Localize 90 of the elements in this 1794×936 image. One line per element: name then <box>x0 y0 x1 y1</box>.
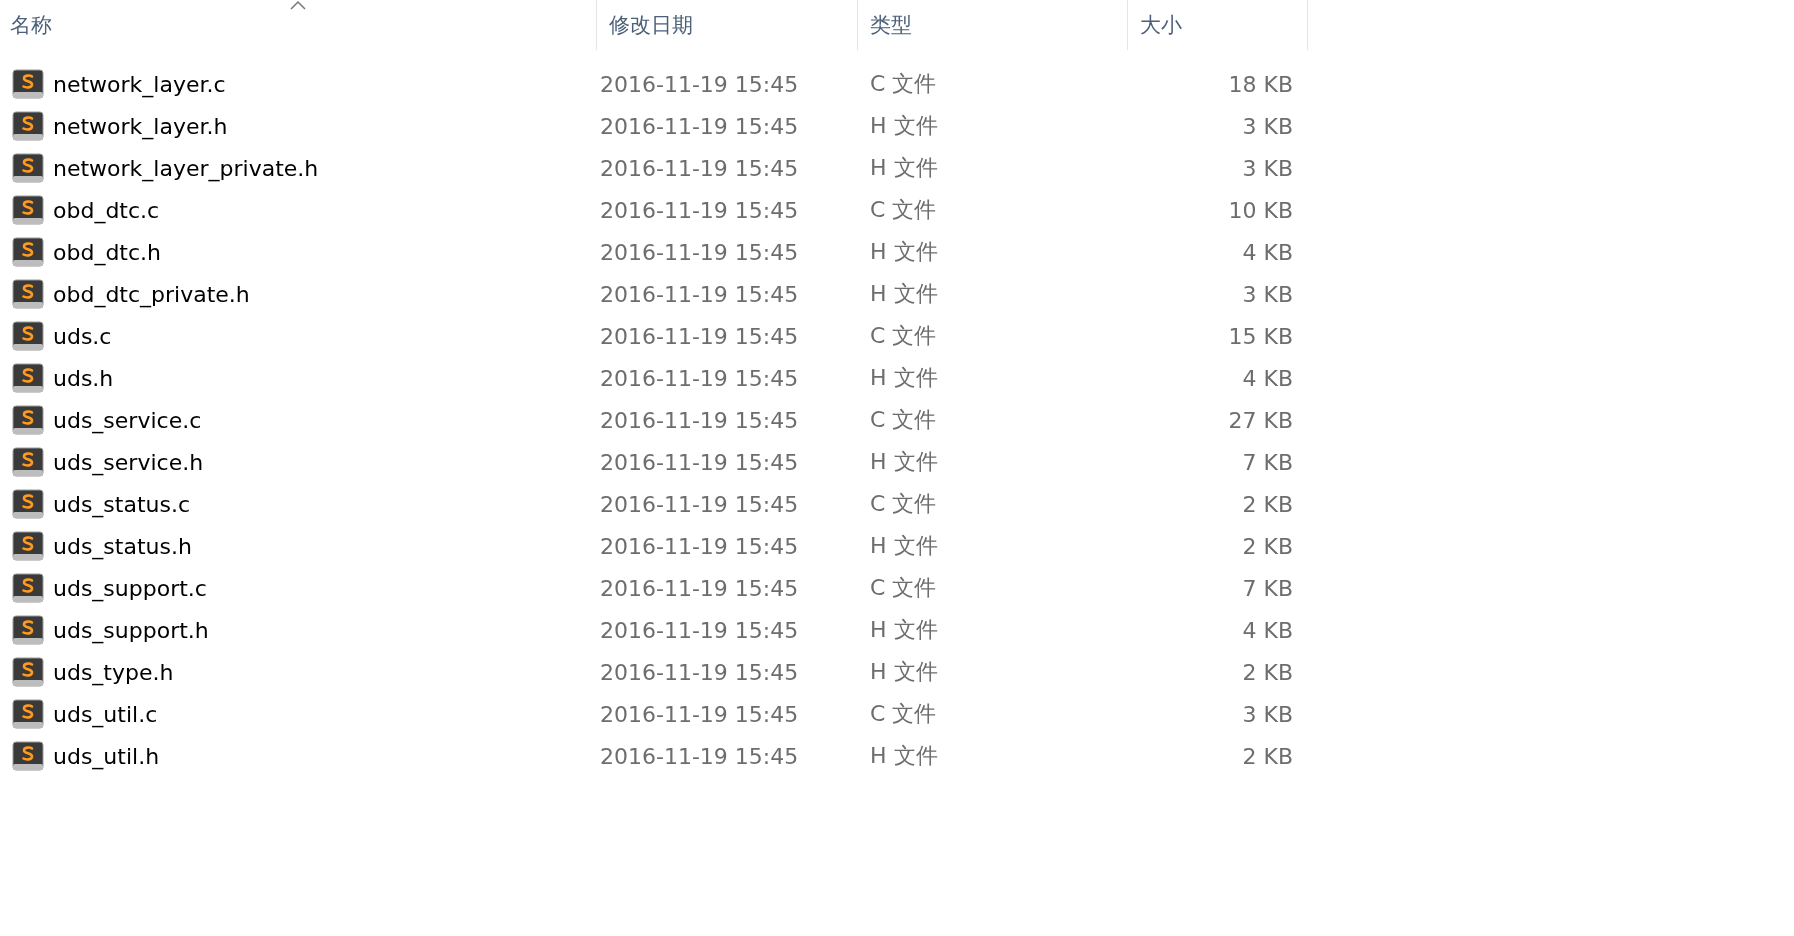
modified-date: 2016-11-19 15:45 <box>600 281 799 307</box>
file-type: C 文件 <box>870 407 937 432</box>
file-name[interactable]: uds_util.c <box>53 701 158 727</box>
file-size: 4 KB <box>1242 239 1293 265</box>
modified-date: 2016-11-19 15:45 <box>600 155 799 181</box>
file-icon <box>12 111 44 141</box>
file-icon <box>12 447 44 477</box>
file-type: H 文件 <box>870 155 938 180</box>
file-name[interactable]: network_layer.c <box>53 71 226 97</box>
modified-date: 2016-11-19 15:45 <box>600 701 799 727</box>
file-name[interactable]: uds.c <box>53 323 112 349</box>
file-type: H 文件 <box>870 113 938 138</box>
file-name[interactable]: uds.h <box>53 365 114 391</box>
modified-date: 2016-11-19 15:45 <box>600 407 799 433</box>
file-icon <box>12 363 44 393</box>
file-size: 3 KB <box>1242 155 1293 181</box>
file-type: H 文件 <box>870 281 938 306</box>
modified-date: 2016-11-19 15:45 <box>600 449 799 475</box>
file-name[interactable]: network_layer.h <box>53 113 228 139</box>
column-header[interactable]: 大小 <box>1128 0 1308 50</box>
file-icon <box>12 237 44 267</box>
file-size: 2 KB <box>1242 491 1293 517</box>
file-icon <box>12 69 44 99</box>
file-name[interactable]: uds_type.h <box>53 659 174 685</box>
file-icon <box>12 573 44 603</box>
file-type: C 文件 <box>870 701 937 726</box>
file-type: H 文件 <box>870 617 938 642</box>
file-name[interactable]: obd_dtc.h <box>53 239 161 265</box>
file-size: 4 KB <box>1242 617 1293 643</box>
file-type: H 文件 <box>870 449 938 474</box>
file-size: 2 KB <box>1242 743 1293 769</box>
file-size: 2 KB <box>1242 659 1293 685</box>
modified-date: 2016-11-19 15:45 <box>600 617 799 643</box>
file-name[interactable]: uds_status.h <box>53 533 192 559</box>
file-type: H 文件 <box>870 659 938 684</box>
file-size: 10 KB <box>1228 197 1293 223</box>
modified-date: 2016-11-19 15:45 <box>600 239 799 265</box>
file-size: 3 KB <box>1242 113 1293 139</box>
file-size: 18 KB <box>1228 71 1293 97</box>
file-size: 7 KB <box>1242 449 1293 475</box>
file-name[interactable]: uds_service.h <box>53 449 204 475</box>
file-name[interactable]: uds_status.c <box>53 491 191 517</box>
file-type: H 文件 <box>870 239 938 264</box>
sort-caret-icon <box>289 0 307 10</box>
file-icon <box>12 657 44 687</box>
column-header[interactable]: 类型 <box>858 0 1128 50</box>
file-name[interactable]: obd_dtc.c <box>53 197 160 223</box>
file-icon <box>12 195 44 225</box>
modified-date: 2016-11-19 15:45 <box>600 365 799 391</box>
file-name[interactable]: network_layer_private.h <box>53 155 319 181</box>
modified-date: 2016-11-19 15:45 <box>600 491 799 517</box>
file-name[interactable]: uds_support.h <box>53 617 209 643</box>
file-type: C 文件 <box>870 197 937 222</box>
modified-date: 2016-11-19 15:45 <box>600 71 799 97</box>
modified-date: 2016-11-19 15:45 <box>600 533 799 559</box>
file-size: 2 KB <box>1242 533 1293 559</box>
file-size: 3 KB <box>1242 701 1293 727</box>
file-name[interactable]: uds_support.c <box>53 575 207 601</box>
file-size: 3 KB <box>1242 281 1293 307</box>
modified-date: 2016-11-19 15:45 <box>600 743 799 769</box>
file-type: H 文件 <box>870 533 938 558</box>
file-size: 7 KB <box>1242 575 1293 601</box>
file-name[interactable]: obd_dtc_private.h <box>53 281 250 307</box>
modified-date: 2016-11-19 15:45 <box>600 197 799 223</box>
file-type: H 文件 <box>870 365 938 390</box>
column-header[interactable]: 修改日期 <box>597 0 858 50</box>
modified-date: 2016-11-19 15:45 <box>600 323 799 349</box>
file-icon <box>12 489 44 519</box>
file-icon <box>12 531 44 561</box>
file-icon <box>12 615 44 645</box>
file-type: H 文件 <box>870 743 938 768</box>
file-icon <box>12 279 44 309</box>
file-type: C 文件 <box>870 491 937 516</box>
modified-date: 2016-11-19 15:45 <box>600 659 799 685</box>
file-size: 27 KB <box>1228 407 1293 433</box>
file-icon <box>12 699 44 729</box>
file-size: 4 KB <box>1242 365 1293 391</box>
modified-date: 2016-11-19 15:45 <box>600 113 799 139</box>
file-size: 15 KB <box>1228 323 1293 349</box>
file-type: C 文件 <box>870 323 937 348</box>
modified-date: 2016-11-19 15:45 <box>600 575 799 601</box>
file-name[interactable]: uds_util.h <box>53 743 160 769</box>
file-icon <box>12 321 44 351</box>
column-header[interactable]: 名称 <box>0 0 597 50</box>
file-icon <box>12 405 44 435</box>
file-type: C 文件 <box>870 71 937 96</box>
file-icon <box>12 741 44 771</box>
file-type: C 文件 <box>870 575 937 600</box>
file-name[interactable]: uds_service.c <box>53 407 202 433</box>
file-icon <box>12 153 44 183</box>
